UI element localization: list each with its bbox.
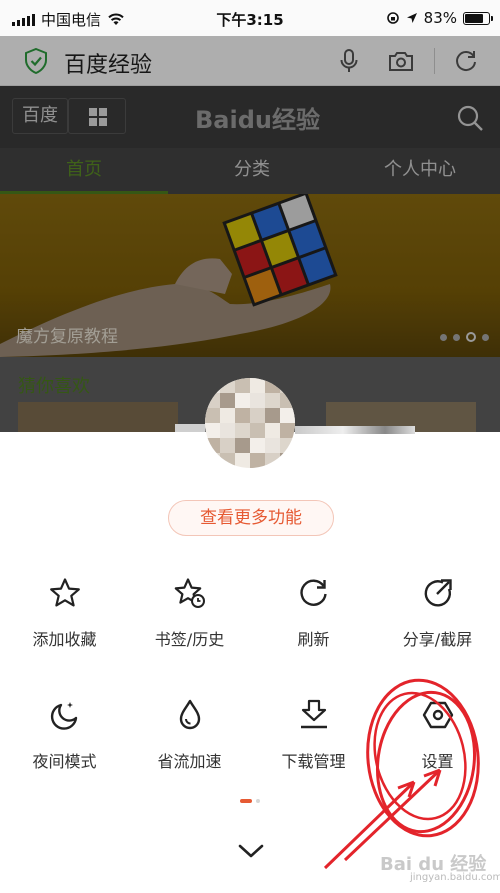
battery-percent: 83% (423, 9, 457, 27)
avatar-pixel (280, 378, 295, 393)
avatar-pixel (235, 393, 250, 408)
avatar-pixel (265, 378, 280, 393)
avatar-pixel (265, 453, 280, 468)
avatar-pixel (250, 408, 265, 423)
avatar[interactable] (205, 378, 295, 468)
avatar-pixel (205, 438, 220, 453)
status-bar: 中国电信 下午3:15 83% (0, 0, 500, 36)
avatar-pixel (250, 378, 265, 393)
avatar-pixel (220, 453, 235, 468)
menu-item-label: 夜间模式 (32, 752, 97, 771)
avatar-pixel (250, 438, 265, 453)
avatar-pixel (205, 453, 220, 468)
avatar-pixel (280, 453, 295, 468)
menu-item-label: 刷新 (297, 630, 330, 649)
rotation-lock-icon (386, 12, 399, 24)
avatar-pixel (205, 378, 220, 393)
avatar-pixel (235, 378, 250, 393)
avatar-pixel (235, 453, 250, 468)
avatar-pixel (235, 423, 250, 438)
avatar-pixel (250, 393, 265, 408)
menu-item-label: 省流加速 (157, 752, 222, 771)
avatar-pixel (235, 438, 250, 453)
chevron-down-icon[interactable] (236, 840, 266, 862)
avatar-pixel (250, 453, 265, 468)
star-icon (49, 578, 80, 607)
data-saver-icon (179, 699, 200, 730)
menu-item-refresh[interactable]: 刷新 (251, 576, 376, 676)
menu-item-night-mode[interactable]: 夜间模式 (2, 698, 127, 798)
menu-item-add-favorite[interactable]: 添加收藏 (2, 576, 127, 676)
avatar-pixel (205, 393, 220, 408)
avatar-pixel (220, 378, 235, 393)
menu-item-label: 下载管理 (281, 752, 346, 771)
menu-item-label: 分享/截屏 (402, 630, 473, 649)
avatar-pixel (265, 423, 280, 438)
page-dot-active (240, 799, 252, 803)
menu-item-settings[interactable]: 设置 (375, 698, 500, 798)
download-icon (300, 699, 327, 729)
battery-level (465, 13, 483, 23)
avatar-pixel (265, 438, 280, 453)
page-dot (256, 799, 260, 803)
avatar-pixel (220, 423, 235, 438)
avatar-pixel (205, 423, 220, 438)
location-icon (406, 13, 417, 23)
avatar-pixel (265, 408, 280, 423)
pixelated-username (175, 424, 205, 432)
refresh-icon (299, 579, 327, 606)
avatar-pixel (235, 408, 250, 423)
bookmark-history-icon (174, 578, 205, 608)
menu-item-data-saver[interactable]: 省流加速 (127, 698, 252, 798)
avatar-pixel (280, 423, 295, 438)
avatar-pixel (220, 438, 235, 453)
avatar-pixel (280, 393, 295, 408)
menu-item-bookmarks-history[interactable]: 书签/历史 (127, 576, 252, 676)
avatar-pixel (280, 408, 295, 423)
avatar-pixel (220, 393, 235, 408)
avatar-pixel (265, 393, 280, 408)
avatar-pixel (250, 423, 265, 438)
page-indicator (240, 799, 260, 803)
menu-item-label: 书签/历史 (154, 630, 225, 649)
avatar-pixel (220, 408, 235, 423)
overlay-mask[interactable] (0, 36, 500, 437)
menu-item-share-screenshot[interactable]: 分享/截屏 (375, 576, 500, 676)
menu-item-label: 设置 (421, 752, 454, 771)
settings-icon (422, 701, 453, 729)
more-functions-button[interactable]: 查看更多功能 (168, 500, 334, 536)
menu-item-download-manager[interactable]: 下载管理 (251, 698, 376, 798)
share-icon (424, 579, 452, 607)
avatar-pixel (280, 438, 295, 453)
pixelated-username (295, 426, 415, 434)
battery-icon (463, 11, 493, 25)
watermark-url: jingyan.baidu.com (410, 872, 500, 883)
menu-item-label: 添加收藏 (32, 630, 97, 649)
night-mode-icon (50, 702, 77, 730)
avatar-pixel (205, 408, 220, 423)
